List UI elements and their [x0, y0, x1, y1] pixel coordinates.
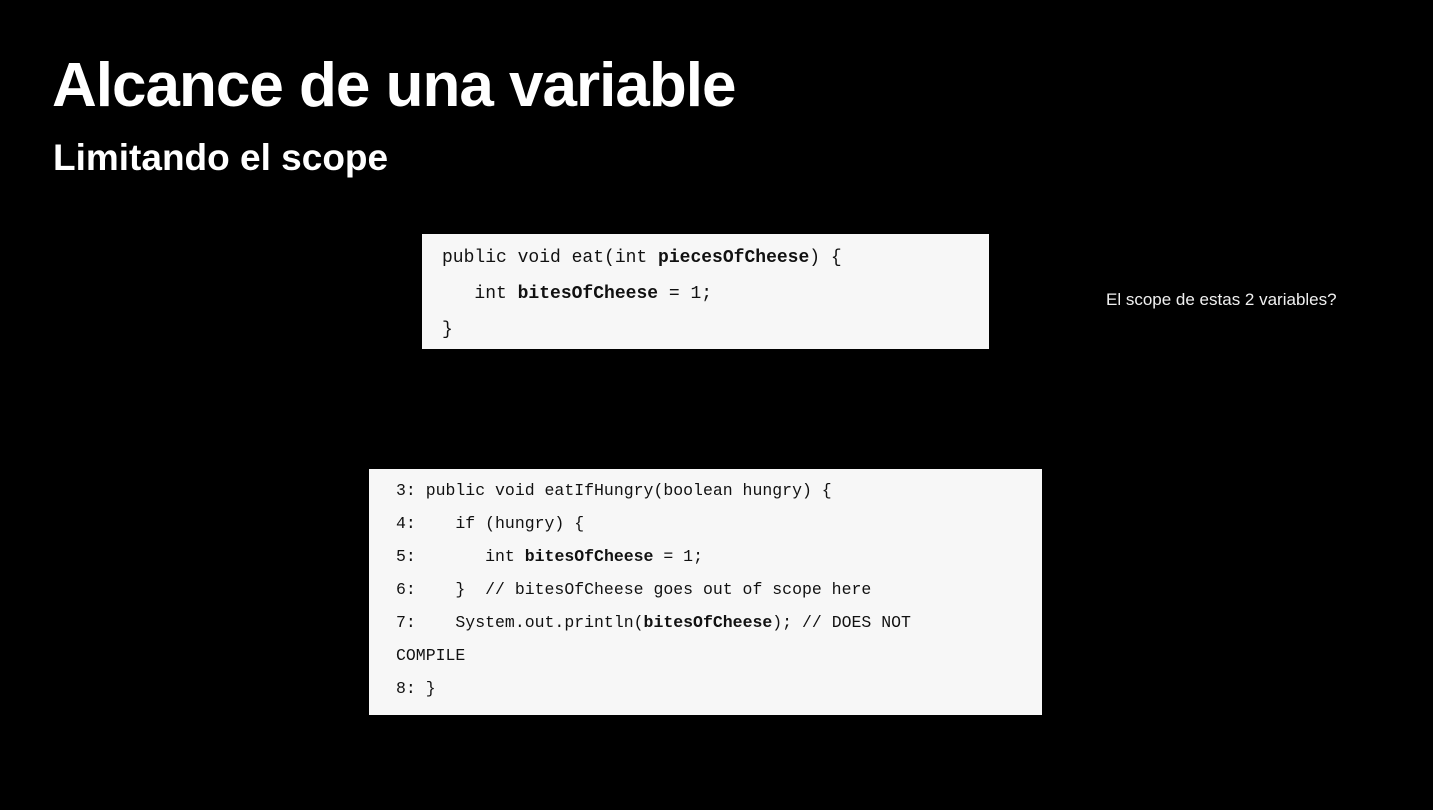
- side-note: El scope de estas 2 variables?: [1106, 290, 1337, 309]
- code-line: public void eat(int piecesOfCheese) {: [442, 244, 989, 280]
- code-variable-bites-of-cheese: bitesOfCheese: [524, 547, 654, 566]
- code-line: 6: } // bitesOfCheese goes out of scope …: [396, 580, 872, 599]
- code-text: = 1;: [658, 284, 713, 304]
- code-variable-pieces-of-cheese: piecesOfCheese: [658, 248, 810, 268]
- slide: Alcance de una variable Limitando el sco…: [0, 0, 1433, 810]
- slide-title: Alcance de una variable: [52, 51, 736, 120]
- slide-subtitle: Limitando el scope: [53, 137, 389, 178]
- code-text: ) {: [809, 248, 842, 268]
- code-text: = 1;: [653, 547, 703, 566]
- code-line: }: [442, 320, 453, 340]
- code-line: 3: public void eatIfHungry(boolean hungr…: [396, 481, 832, 500]
- code-text: ); // DOES NOT: [772, 613, 911, 632]
- code-example-eat-if-hungry: 3: public void eatIfHungry(boolean hungr…: [369, 469, 1042, 715]
- code-variable-bites-of-cheese: bitesOfCheese: [643, 613, 773, 632]
- code-line: 8: }: [396, 679, 436, 698]
- code-variable-bites-of-cheese: bitesOfCheese: [517, 284, 659, 304]
- code-line: 7: System.out.println(bitesOfCheese); //…: [396, 609, 1042, 642]
- code-text: 5: int: [396, 547, 525, 566]
- code-example-eat: public void eat(int piecesOfCheese) { in…: [422, 234, 989, 349]
- code-text: 7: System.out.println(: [396, 613, 644, 632]
- code-line: int bitesOfCheese = 1;: [442, 280, 989, 316]
- code-line: 5: int bitesOfCheese = 1;: [396, 543, 1042, 576]
- code-text: public void eat(int: [442, 248, 659, 268]
- code-line: 4: if (hungry) {: [396, 514, 585, 533]
- code-line: COMPILE: [396, 646, 466, 665]
- code-text: int: [442, 284, 518, 304]
